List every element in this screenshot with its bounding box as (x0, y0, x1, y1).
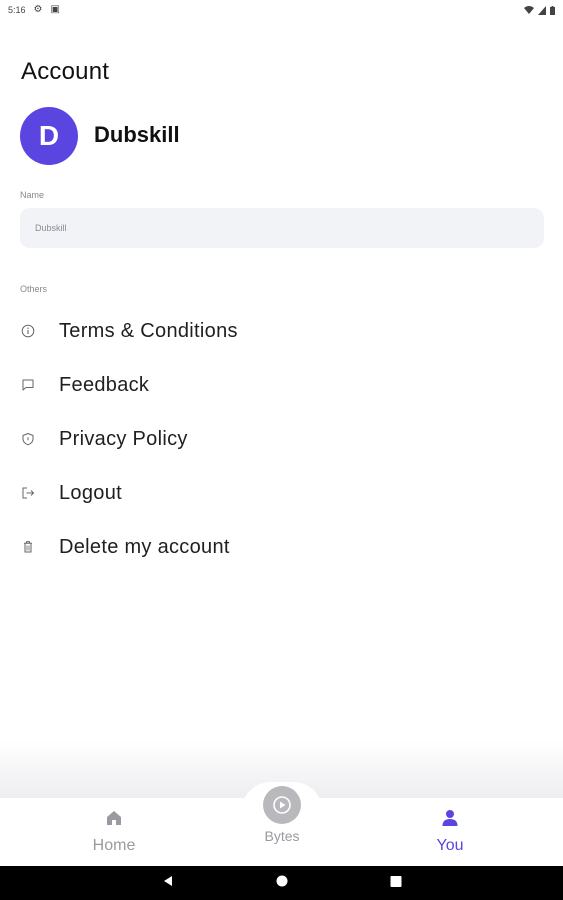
avatar: D (20, 107, 78, 165)
wifi-icon (524, 5, 534, 14)
home-icon (104, 808, 124, 833)
logout-icon (20, 485, 36, 501)
profile-name: Dubskill (94, 122, 180, 147)
person-icon (440, 808, 460, 833)
trash-icon (20, 539, 36, 555)
nav-bytes-label: Bytes (264, 828, 300, 844)
home-circle-icon[interactable] (276, 874, 288, 892)
nav-you[interactable]: You (405, 808, 495, 855)
menu-item-feedback[interactable]: Feedback (0, 362, 563, 408)
menu-item-label: Logout (59, 481, 122, 504)
menu-item-delete-account[interactable]: Delete my account (0, 524, 563, 570)
nav-home[interactable]: Home (69, 808, 159, 855)
name-field-label: Name (20, 190, 45, 200)
battery-icon (550, 5, 555, 15)
back-icon[interactable] (162, 874, 174, 892)
avatar-letter: D (38, 120, 60, 151)
shield-icon (20, 431, 36, 447)
menu-item-terms[interactable]: Terms & Conditions (0, 308, 563, 354)
others-section-label: Others (20, 284, 48, 294)
menu-item-privacy-policy[interactable]: Privacy Policy (0, 416, 563, 462)
info-icon (20, 323, 36, 339)
nav-bytes[interactable]: Bytes (237, 786, 327, 844)
gear-icon: ⚙ (33, 4, 43, 15)
play-icon (263, 786, 301, 824)
menu-item-label: Privacy Policy (59, 427, 188, 450)
feedback-icon (20, 377, 36, 393)
menu-item-logout[interactable]: Logout (0, 470, 563, 516)
menu-item-label: Terms & Conditions (59, 319, 238, 342)
recents-icon[interactable] (390, 874, 402, 892)
nav-you-label: You (436, 837, 464, 854)
menu-item-label: Feedback (59, 373, 150, 396)
signal-icon (538, 5, 546, 15)
system-nav-bar (0, 866, 563, 900)
nav-home-label: Home (92, 837, 136, 854)
status-bar: 5:16 ⚙ ▣ (0, 0, 563, 20)
page-title: Account (21, 58, 110, 85)
notification-icon: ▣ (50, 4, 60, 15)
menu-item-label: Delete my account (59, 535, 230, 558)
status-time: 5:16 (8, 5, 26, 15)
name-input[interactable] (20, 208, 544, 248)
